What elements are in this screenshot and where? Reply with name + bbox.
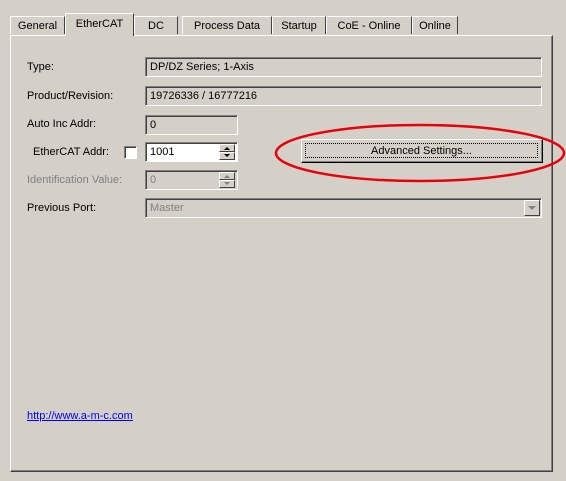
- spin-up-icon[interactable]: [219, 144, 235, 152]
- auto-inc-addr-field: 0: [145, 115, 238, 135]
- tab-dc[interactable]: DC: [134, 16, 178, 34]
- previous-port-select[interactable]: Master: [145, 198, 542, 218]
- ethercat-addr-label: EtherCAT Addr:: [33, 146, 110, 158]
- tab-process-data[interactable]: Process Data: [182, 16, 272, 34]
- tab-startup[interactable]: Startup: [272, 16, 326, 34]
- spin-down-icon[interactable]: [219, 152, 235, 160]
- spin-up-icon[interactable]: [219, 172, 235, 180]
- type-label: Type:: [27, 61, 54, 73]
- chevron-down-icon[interactable]: [524, 200, 540, 216]
- type-field: DP/DZ Series; 1-Axis: [145, 57, 542, 77]
- website-link[interactable]: http://www.a-m-c.com: [27, 410, 133, 422]
- product-revision-label: Product/Revision:: [27, 90, 114, 102]
- advanced-settings-button[interactable]: Advanced Settings...: [301, 139, 543, 163]
- tab-general[interactable]: General: [10, 16, 65, 34]
- spin-down-icon[interactable]: [219, 180, 235, 188]
- product-revision-field: 19726336 / 16777216: [145, 86, 542, 106]
- tab-ethercat[interactable]: EtherCAT: [65, 13, 134, 36]
- tab-online[interactable]: Online: [412, 16, 458, 34]
- tab-coe-online[interactable]: CoE - Online: [326, 16, 412, 34]
- auto-inc-addr-label: Auto Inc Addr:: [27, 118, 97, 130]
- ethercat-addr-spinner[interactable]: [219, 144, 235, 160]
- identification-value-spinner[interactable]: [219, 172, 235, 188]
- advanced-settings-label: Advanced Settings...: [305, 143, 538, 158]
- previous-port-label: Previous Port:: [27, 202, 97, 214]
- ethercat-properties-window: General EtherCAT DC Process Data Startup…: [0, 0, 566, 481]
- identification-value-label: Identification Value:: [27, 174, 123, 186]
- ethercat-addr-checkbox[interactable]: [124, 146, 137, 159]
